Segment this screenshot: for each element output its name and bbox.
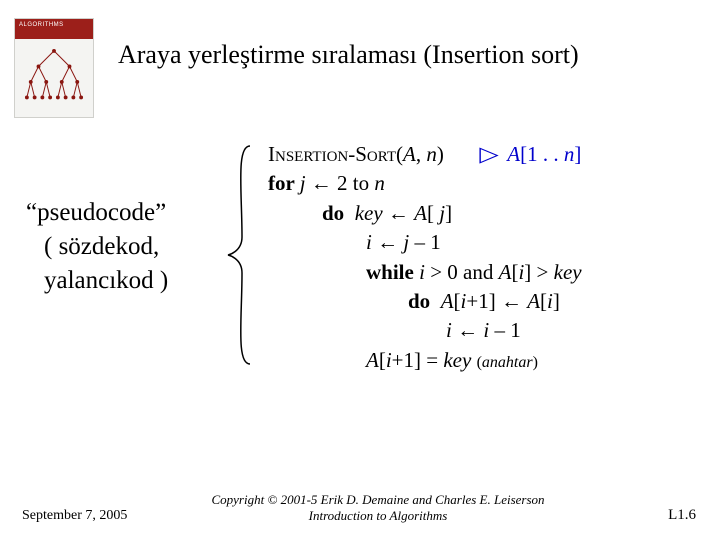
kw-do2: do xyxy=(408,289,430,313)
minus1: – 1 xyxy=(409,230,441,254)
key3: key xyxy=(443,348,471,372)
key2: key xyxy=(554,260,582,284)
annot-br: [1 . . xyxy=(520,142,564,166)
book-cover-thumbnail: ALGORITHMS xyxy=(14,18,94,118)
arg-A: A xyxy=(403,142,416,166)
br-o2: [ xyxy=(454,289,461,313)
Ai: A xyxy=(499,260,512,284)
copy-line2: Introduction to Algorithms xyxy=(208,508,548,524)
line-i-assign: i ← j – 1 xyxy=(366,228,582,257)
Aj: A xyxy=(414,201,427,225)
copy-line1: Copyright © 2001-5 Erik D. Demaine and C… xyxy=(208,492,548,508)
p1: +1 xyxy=(466,289,488,313)
p1b: +1 xyxy=(392,348,414,372)
gt0: > 0 and xyxy=(425,260,499,284)
br-o3: [ xyxy=(540,289,547,313)
line-while: while i > 0 and A[i] > key xyxy=(366,258,582,287)
arrow: ← xyxy=(306,171,338,195)
footer-date: September 7, 2005 xyxy=(22,508,127,524)
slide-title: Araya yerleştirme sıralaması (Insertion … xyxy=(118,40,579,70)
br-c2: ] xyxy=(489,289,496,313)
gt: > xyxy=(531,260,553,284)
triangle-icon: ▷ xyxy=(479,140,498,169)
line-i-dec: i ← i – 1 xyxy=(446,316,582,345)
Aip1: A xyxy=(441,289,454,313)
var-n: n xyxy=(374,171,385,195)
label-line1: “pseudocode” xyxy=(26,196,226,230)
pseudocode-label: “pseudocode” ( sözdekod, yalancıkod ) xyxy=(26,196,226,297)
paren-close: ) xyxy=(437,142,444,166)
comma: , xyxy=(416,142,427,166)
Ai2: A xyxy=(527,289,540,313)
var-key: key xyxy=(355,201,383,225)
arg-n: n xyxy=(426,142,437,166)
annot-n: n xyxy=(564,142,575,166)
arrow2: ← xyxy=(383,201,415,225)
br-c3: ] xyxy=(553,289,560,313)
arrow5: ← xyxy=(452,318,484,342)
Aip1b: A xyxy=(366,348,379,372)
anahtar: (anahtar) xyxy=(477,354,538,371)
arrow4: ← xyxy=(496,289,528,313)
kw-for: for xyxy=(268,171,300,195)
footer-page: L1.6 xyxy=(668,507,696,524)
eq: = xyxy=(421,348,443,372)
algorithm-block: Insertion-Sort(A, n) ▷ A[1 . . n] for j … xyxy=(268,140,582,375)
line-for: for j ← 2 to n xyxy=(268,169,582,198)
br-c4: ] xyxy=(414,348,421,372)
cover-tree-icon xyxy=(23,47,85,109)
label-line2: ( sözdekod, xyxy=(26,230,226,264)
line-assign-key: A[i+1] = key (anahtar) xyxy=(366,346,582,375)
paren-open: ( xyxy=(396,142,403,166)
arrow3: ← xyxy=(372,230,404,254)
annotation: ▷ A[1 . . n] xyxy=(481,142,582,166)
br-j-open: [ xyxy=(427,201,439,225)
kw-while: while xyxy=(366,260,419,284)
label-line3: yalancıkod ) xyxy=(26,264,226,298)
algo-name: Insertion-Sort xyxy=(268,142,396,166)
footer-copyright: Copyright © 2001-5 Erik D. Demaine and C… xyxy=(208,492,548,525)
cover-label: ALGORITHMS xyxy=(19,22,64,28)
line-do-key: do key ← A[ j] xyxy=(322,199,582,228)
kw-do: do xyxy=(322,201,344,225)
annot-close: ] xyxy=(574,142,581,166)
annot-A: A xyxy=(507,142,520,166)
algo-header: Insertion-Sort(A, n) ▷ A[1 . . n] xyxy=(268,140,582,169)
br-o4: [ xyxy=(379,348,386,372)
curly-brace-icon xyxy=(222,142,258,368)
minus1b: – 1 xyxy=(489,318,521,342)
two-to: 2 to xyxy=(337,171,374,195)
line-do-shift: do A[i+1] ← A[i] xyxy=(408,287,582,316)
br-j-close: ] xyxy=(445,201,452,225)
